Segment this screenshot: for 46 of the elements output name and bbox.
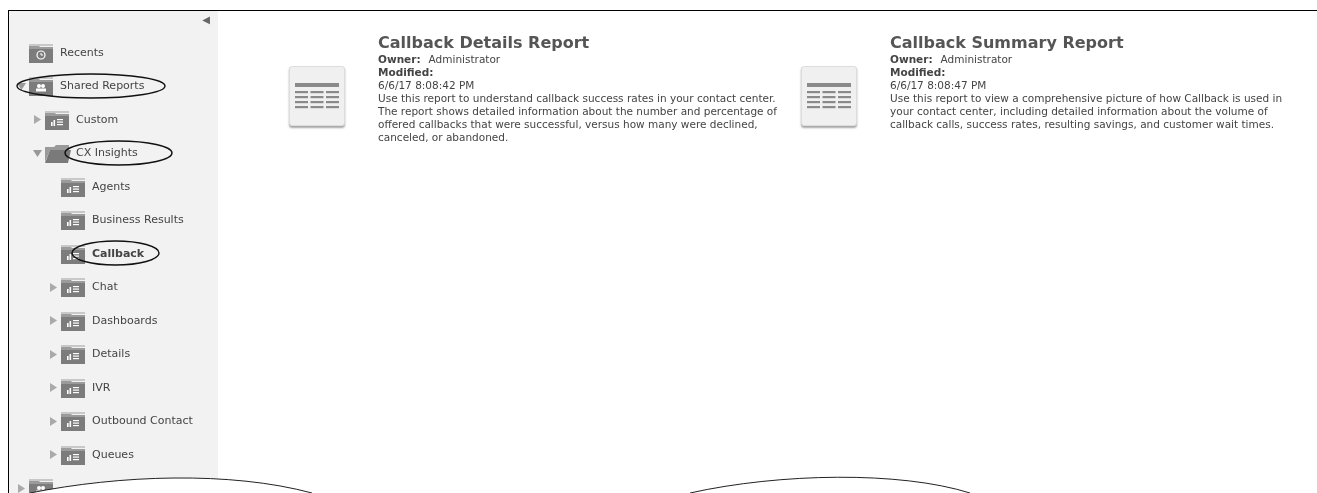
tree-item-label[interactable]: Custom	[76, 111, 119, 128]
tree-item-label[interactable]: Outbound Contact	[92, 413, 193, 430]
report-folder-icon	[60, 443, 87, 466]
report-icon[interactable]	[289, 66, 345, 126]
collapse-button[interactable]: ◀	[202, 15, 210, 25]
report-folder-icon	[60, 376, 87, 399]
collapsed-arrow-icon[interactable]	[49, 383, 58, 393]
collapsed-arrow-icon[interactable]	[49, 316, 58, 326]
report-folder-icon	[60, 410, 87, 433]
tree-item-label[interactable]: Business Results	[92, 212, 184, 229]
owner-label: Owner:	[890, 53, 933, 66]
modified-value: 6/6/17 8:08:47 PM	[890, 79, 988, 92]
report-title[interactable]: Callback Summary Report	[890, 33, 1290, 53]
tree-item-label[interactable]: IVR	[92, 379, 111, 396]
report-folder-icon	[60, 309, 87, 332]
report-folder-icon	[60, 343, 87, 366]
tree-item-label[interactable]: Recents	[60, 44, 104, 61]
report-folder-icon	[60, 276, 87, 299]
tree-item-label[interactable]: Dashboards	[92, 312, 158, 329]
collapsed-arrow-icon[interactable]	[49, 349, 58, 359]
modified-value: 6/6/17 8:08:42 PM	[378, 79, 476, 92]
clock-folder-icon	[28, 41, 55, 64]
collapsed-arrow-icon[interactable]	[17, 483, 26, 493]
tree-item-label[interactable]: Details	[92, 346, 131, 363]
modified-label: Modified:	[378, 66, 435, 79]
people-folder-icon	[28, 75, 55, 98]
owner-value: Administrator	[428, 53, 501, 66]
owner-value: Administrator	[940, 53, 1013, 66]
report-folder-icon	[60, 175, 87, 198]
modified-label: Modified:	[890, 66, 947, 79]
report-title[interactable]: Callback Details Report	[378, 33, 778, 53]
tree-item-label[interactable]: Agents	[92, 178, 131, 195]
collapsed-arrow-icon[interactable]	[49, 416, 58, 426]
collapsed-arrow-icon[interactable]	[33, 115, 42, 125]
owner-label: Owner:	[378, 53, 421, 66]
report-description: Use this report to understand callback success rates in your contact center. The report shows detailed information about the number and percentage of offered callbacks that were successful, versus how many were declined, canceled, or abandoned.	[378, 92, 778, 144]
collapsed-arrow-icon[interactable]	[49, 450, 58, 460]
tree-item-label[interactable]: Queues	[92, 446, 134, 463]
report-folder-icon	[44, 108, 71, 131]
report-folder-icon	[60, 209, 87, 232]
report-icon[interactable]	[801, 66, 857, 126]
tree-item-label[interactable]: Chat	[92, 279, 118, 296]
open-folder-icon	[44, 142, 71, 165]
report-description: Use this report to view a comprehensive picture of how Callback is used in your contact center, including detailed information about the volume of callback calls, success rates, resulting savings, and customer wait times.	[890, 92, 1284, 131]
collapsed-arrow-icon[interactable]	[49, 282, 58, 292]
expanded-arrow-icon[interactable]	[17, 81, 26, 91]
